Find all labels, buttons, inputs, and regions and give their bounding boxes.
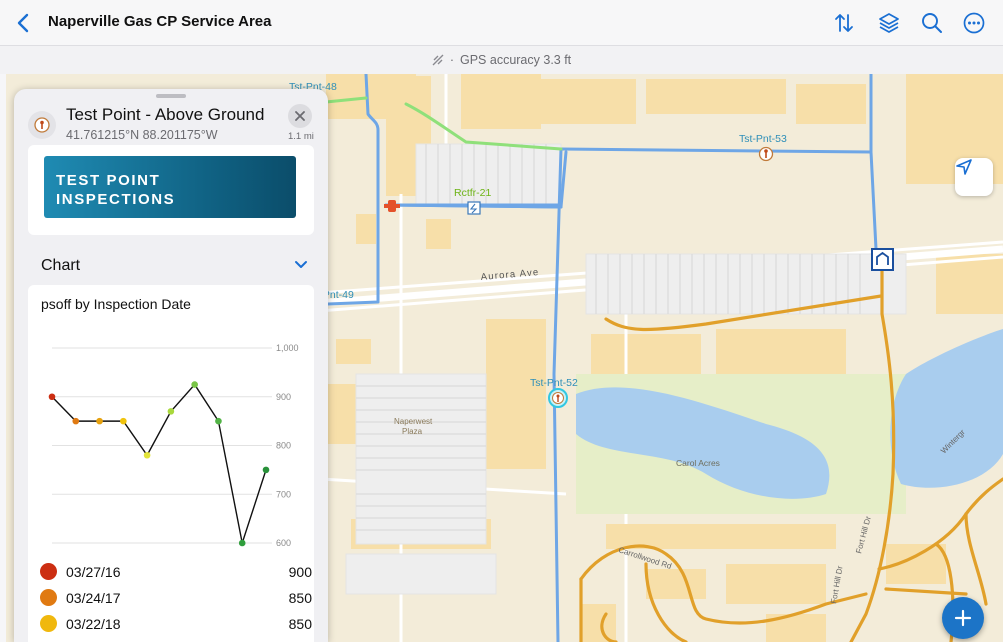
- data-point[interactable]: [48, 393, 56, 401]
- test-point-icon: [28, 111, 56, 139]
- gps-accuracy-text: GPS accuracy 3.3 ft: [460, 53, 572, 67]
- feature-detail-panel: Test Point - Above Ground 41.761215°N 88…: [14, 89, 328, 642]
- search-icon[interactable]: [920, 11, 944, 35]
- legend-value: 850: [288, 616, 312, 632]
- y-tick-label: 700: [276, 489, 291, 499]
- back-icon[interactable]: [14, 11, 34, 35]
- add-feature-button[interactable]: [942, 597, 984, 639]
- legend-row: 03/22/18 850: [40, 613, 312, 635]
- anode-marker-icon[interactable]: [384, 200, 400, 212]
- line-chart[interactable]: 1,000 900 800 700 600: [28, 325, 314, 555]
- more-icon[interactable]: [962, 11, 986, 35]
- y-tick-label: 1,000: [276, 343, 299, 353]
- legend-swatch: [40, 589, 57, 606]
- legend-value: 900: [288, 564, 312, 580]
- test-point-52-marker[interactable]: [548, 388, 568, 408]
- data-point[interactable]: [96, 417, 103, 425]
- data-point[interactable]: [72, 417, 80, 425]
- legend-date: 03/22/18: [66, 616, 121, 632]
- y-tick-label: 600: [276, 538, 291, 548]
- legend-swatch: [40, 563, 57, 580]
- data-point[interactable]: [215, 417, 222, 425]
- map-title: Naperville Gas CP Service Area: [48, 13, 272, 30]
- test-point-inspections-banner[interactable]: TEST POINT INSPECTIONS: [44, 156, 296, 218]
- regulator-station-icon[interactable]: [871, 248, 894, 271]
- carol-acres-label: Carol Acres: [676, 458, 720, 468]
- feature-title: Test Point - Above Ground: [66, 105, 265, 124]
- location-arrow-icon: [956, 159, 972, 175]
- plus-icon: [954, 609, 972, 627]
- data-point[interactable]: [143, 451, 151, 459]
- chart-card: psoff by Inspection Date 1,000 900 800 700 6…: [28, 285, 314, 642]
- y-tick-label: 800: [276, 441, 291, 451]
- y-tick-label: 900: [276, 392, 291, 402]
- rectifier-icon[interactable]: [467, 201, 481, 215]
- gps-signal-icon: [432, 54, 444, 66]
- naperwest-label: Naperwest: [394, 417, 433, 426]
- tst-pnt-52-label: Tst-Pnt-52: [530, 377, 578, 389]
- banner-line-1: TEST POINT: [56, 172, 161, 189]
- legend-row: 03/24/17 850: [40, 587, 312, 609]
- legend-swatch: [40, 615, 57, 632]
- locate-button[interactable]: [955, 158, 993, 196]
- data-point[interactable]: [120, 417, 127, 425]
- aurora-ave-label: Aurora Ave: [480, 267, 540, 283]
- gps-separator: ·: [449, 53, 454, 67]
- rctfr-21-label: Rctfr-21: [454, 187, 492, 199]
- data-point[interactable]: [238, 539, 246, 547]
- legend-date: 03/27/16: [66, 564, 121, 580]
- gps-accuracy-bar: · GPS accuracy 3.3 ft: [0, 46, 1003, 74]
- chart-title: psoff by Inspection Date: [41, 296, 191, 312]
- chevron-down-icon[interactable]: [294, 260, 308, 270]
- legend-date: 03/24/17: [66, 590, 121, 606]
- chart-section-title: Chart: [41, 257, 81, 274]
- close-button[interactable]: [288, 104, 312, 128]
- layers-icon[interactable]: [877, 11, 901, 35]
- data-point[interactable]: [167, 408, 175, 415]
- close-icon: [295, 111, 305, 121]
- data-point[interactable]: [191, 381, 198, 388]
- distance-label: 1.1 mi: [288, 131, 314, 142]
- legend-row: 03/27/16 900: [40, 561, 312, 583]
- inspections-card: TEST POINT INSPECTIONS: [28, 145, 314, 235]
- chart-section-header[interactable]: Chart: [28, 243, 314, 287]
- tst-pnt-53-label: Tst-Pnt-53: [739, 133, 787, 145]
- banner-line-2: INSPECTIONS: [56, 191, 176, 208]
- series-line: [51, 383, 267, 546]
- fort-hill-label-2: Fort Hill Dr: [854, 515, 873, 555]
- top-navigation-bar: Naperville Gas CP Service Area: [0, 0, 1003, 46]
- test-point-53-marker[interactable]: [758, 146, 774, 162]
- plaza-label: Plaza: [402, 427, 423, 436]
- panel-grabber[interactable]: [156, 94, 186, 98]
- sort-icon[interactable]: [832, 11, 856, 35]
- data-point[interactable]: [262, 466, 270, 474]
- feature-coordinates: 41.761215°N 88.201175°W: [66, 128, 218, 142]
- legend-value: 850: [288, 590, 312, 606]
